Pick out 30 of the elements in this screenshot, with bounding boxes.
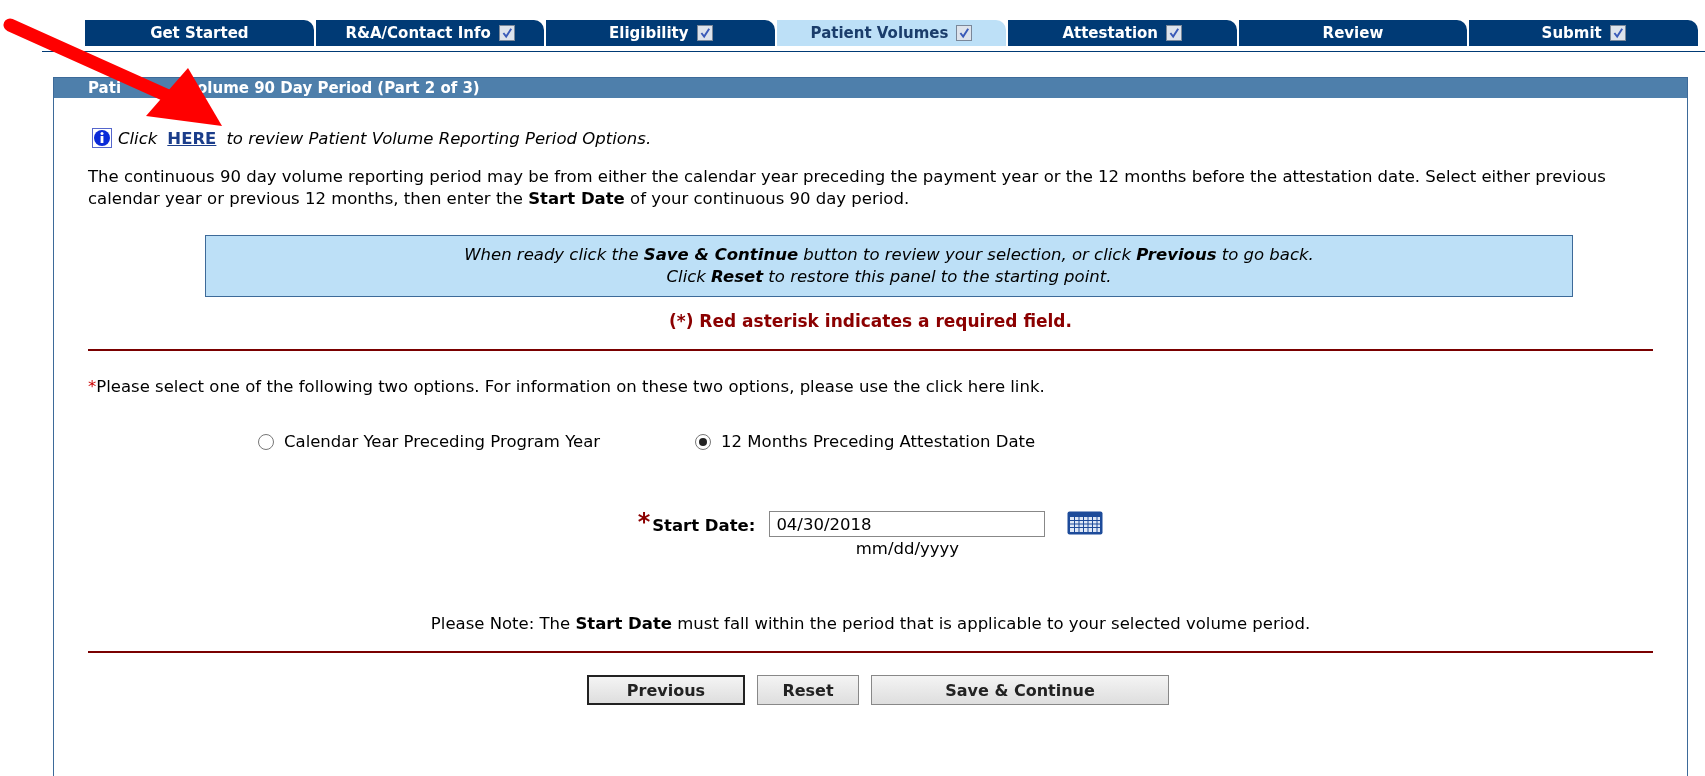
required-asterisk: *	[88, 377, 97, 396]
tab[interactable]: Get Started	[85, 20, 314, 46]
info-text: to review Patient Volume Reporting Period Options.	[226, 128, 652, 148]
panel-title: olume 90 Day Period (Part 2 of 3)	[197, 79, 480, 97]
tab[interactable]: Eligibility	[546, 20, 776, 46]
tab[interactable]: Submit	[1469, 20, 1699, 46]
radio-option[interactable]: 12 Months Preceding Attestation Date	[695, 432, 1036, 451]
action-button[interactable]: Previous	[587, 675, 745, 705]
tab[interactable]: Patient Volumes	[777, 20, 1006, 46]
instruction-text: Click Reset to restore this panel to the starting point.	[665, 266, 1113, 288]
note-text: Please Note: The Start Date must fall within the period that is applicable to your selected volume period.	[429, 614, 1312, 633]
instruction-text: When ready click the Save & Continue button to review your selection, or click Previous to go back.	[463, 244, 1315, 266]
action-button[interactable]: Reset	[757, 675, 859, 705]
tab[interactable]: Review	[1238, 20, 1468, 46]
tab[interactable]: Attestation	[1007, 20, 1237, 46]
info-icon	[92, 128, 112, 148]
required-note: (*) Red asterisk indicates a required field.	[668, 311, 1073, 331]
date-field[interactable]: 04/30/2018	[769, 511, 1046, 537]
intro-paragraph: The continuous 90 day volume reporting period may be from either the calendar year preceding the payment year or the 12 months before the attestation date. Select either previous calendar year or previous 12 months, then enter the Start Date of your continuous 90 day period.	[88, 166, 1607, 210]
required-asterisk: *	[637, 511, 651, 533]
action-button[interactable]: Save & Continue	[871, 675, 1169, 705]
calendar-icon[interactable]	[1067, 511, 1104, 535]
date-format-hint: mm/dd/yyyy	[855, 539, 959, 558]
radio-option[interactable]: Calendar Year Preceding Program Year	[258, 432, 601, 451]
panel-title: Pati	[88, 79, 122, 97]
here-link[interactable]: HERE	[167, 128, 217, 148]
field-label: Start Date:	[652, 516, 756, 535]
info-text: Click	[118, 128, 158, 148]
tab[interactable]: R&A/Contact Info	[315, 20, 545, 46]
question-text: Please select one of the following two options. For information on these two options, please use the click here link.	[96, 377, 1045, 396]
